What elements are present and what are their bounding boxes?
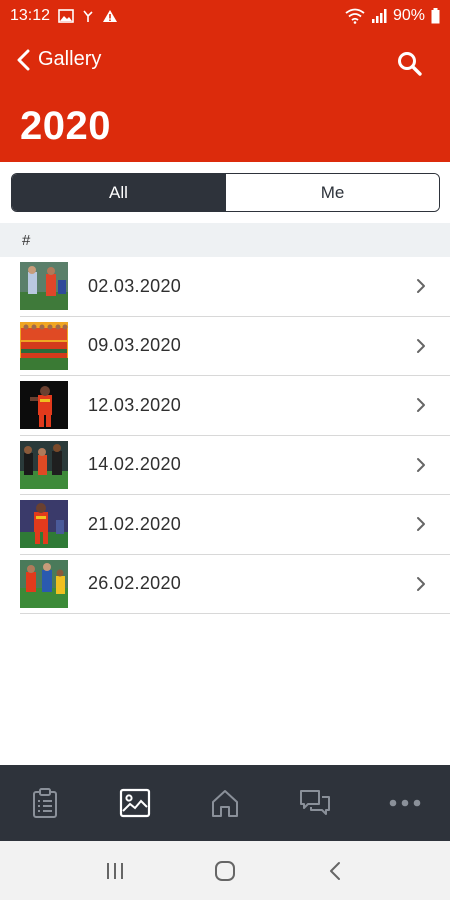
thumbnail-image xyxy=(20,500,68,549)
chevron-right-icon xyxy=(417,457,425,472)
wifi-icon xyxy=(345,8,365,24)
list-item-date: 12.03.2020 xyxy=(88,394,182,415)
chat-icon xyxy=(300,790,330,815)
back-button[interactable]: Gallery xyxy=(16,48,101,71)
list-item[interactable]: 09.03.2020 xyxy=(20,317,450,376)
filter-segmented-control: All Me xyxy=(11,173,440,212)
list-item[interactable]: 02.03.2020 xyxy=(20,257,450,317)
status-time: 13:12 xyxy=(10,7,51,24)
clipboard-icon xyxy=(33,788,57,818)
list-item[interactable]: 26.02.2020 xyxy=(20,555,450,614)
image-icon xyxy=(58,9,74,23)
warning-icon xyxy=(103,10,118,22)
back-label: Gallery xyxy=(38,48,102,70)
status-bar: 13:12 90% xyxy=(0,0,450,32)
chevron-right-icon xyxy=(417,576,425,591)
bottom-tab-bar xyxy=(0,765,450,841)
tab-gallery[interactable] xyxy=(90,765,180,841)
tab-more[interactable] xyxy=(360,765,450,841)
home-button-icon xyxy=(215,860,235,881)
tab-home[interactable] xyxy=(180,765,270,841)
thumbnail-image xyxy=(20,262,68,311)
search-icon[interactable] xyxy=(396,50,424,78)
list-item-date: 14.02.2020 xyxy=(88,454,182,475)
chevron-right-icon xyxy=(417,517,425,532)
chevron-right-icon xyxy=(417,398,425,413)
gallery-list: 02.03.2020 09.03.2020 12.03.2020 14.02.2… xyxy=(20,257,450,614)
recents-button[interactable] xyxy=(95,851,135,891)
system-back-button[interactable] xyxy=(315,851,355,891)
page-title: 2020 xyxy=(20,104,111,148)
thumbnail-image xyxy=(20,559,68,608)
chevron-left-icon xyxy=(17,49,30,70)
list-item[interactable]: 21.02.2020 xyxy=(20,495,450,555)
tab-me[interactable]: Me xyxy=(225,174,439,211)
list-item-date: 26.02.2020 xyxy=(88,573,182,594)
chevron-right-icon xyxy=(417,338,425,353)
tab-clipboard[interactable] xyxy=(0,765,90,841)
list-item[interactable]: 12.03.2020 xyxy=(20,376,450,436)
thumbnail-image xyxy=(20,440,68,489)
section-header: # xyxy=(0,223,450,257)
missed-call-icon xyxy=(83,10,93,22)
tab-all[interactable]: All xyxy=(12,174,225,211)
app-header: Gallery 2020 xyxy=(0,32,450,162)
list-item[interactable]: 14.02.2020 xyxy=(20,436,450,495)
tab-chat[interactable] xyxy=(270,765,360,841)
list-item-date: 02.03.2020 xyxy=(88,275,182,296)
system-home-button[interactable] xyxy=(205,851,245,891)
battery-percent: 90% xyxy=(392,7,425,24)
home-icon xyxy=(212,790,238,817)
thumbnail-image xyxy=(20,381,68,430)
system-navigation-bar xyxy=(0,841,450,900)
battery-icon xyxy=(431,8,440,24)
list-item-date: 09.03.2020 xyxy=(88,335,182,356)
thumbnail-image xyxy=(20,321,68,370)
chevron-right-icon xyxy=(417,279,425,294)
more-icon xyxy=(389,799,421,807)
signal-icon xyxy=(371,9,387,23)
recents-icon xyxy=(107,862,123,879)
list-item-date: 21.02.2020 xyxy=(88,513,182,534)
back-nav-icon xyxy=(330,861,340,880)
gallery-icon xyxy=(119,788,151,818)
